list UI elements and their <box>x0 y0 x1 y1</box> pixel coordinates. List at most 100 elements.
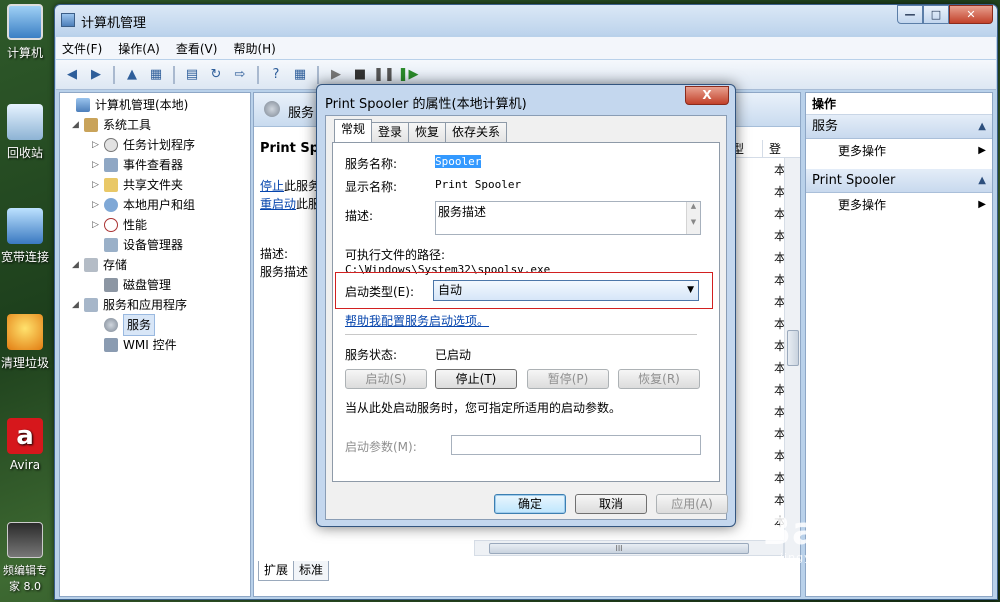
start-parameters-input[interactable] <box>451 435 701 455</box>
tab-logon[interactable]: 登录 <box>371 122 410 142</box>
tree-item-task-scheduler[interactable]: ▷ 任务计划程序 <box>92 135 195 155</box>
stop-service-link[interactable]: 停止 <box>260 179 284 193</box>
restart-service-icon[interactable]: ❚▶ <box>398 65 419 85</box>
tree-item-system-tools[interactable]: ◢ 系统工具 <box>72 115 151 135</box>
tree-item-wmi[interactable]: WMI 控件 <box>92 335 177 355</box>
tree-item-root[interactable]: 计算机管理(本地) <box>64 95 188 115</box>
restart-service-link[interactable]: 重启动 <box>260 197 296 211</box>
performance-icon <box>104 218 118 232</box>
pause-service-icon[interactable]: ❚❚ <box>373 65 395 85</box>
tab-dependencies[interactable]: 依存关系 <box>445 122 508 142</box>
startup-type-select[interactable]: 自动 ▼ <box>433 280 699 301</box>
description-scrollbar[interactable]: ▲ ▼ <box>686 202 700 234</box>
tree-item-storage[interactable]: ◢ 存储 <box>72 255 127 275</box>
close-button[interactable]: ✕ <box>949 5 993 24</box>
forward-icon[interactable]: ▶ <box>86 65 106 85</box>
desktop-icon-broadband[interactable]: 宽带连接 <box>0 208 50 265</box>
ok-button[interactable]: 确定 <box>494 494 566 514</box>
expanded-arrow-icon[interactable]: ◢ <box>72 295 84 315</box>
menu-view[interactable]: 查看(V) <box>176 40 218 57</box>
dialog-tabs: 常规 登录 恢复 依存关系 <box>334 119 508 142</box>
actions-section-services[interactable]: 服务 ▲ <box>806 115 992 139</box>
menu-help[interactable]: 帮助(H) <box>233 40 275 57</box>
baidu-watermark: Bai 经验 jingyan.baidu.com <box>762 509 925 564</box>
expanded-arrow-icon[interactable]: ◢ <box>72 115 84 135</box>
collapse-icon[interactable]: ▲ <box>978 169 986 193</box>
desktop-icon-recycle-bin[interactable]: 回收站 <box>0 104 50 161</box>
scroll-thumb[interactable]: III <box>489 543 749 554</box>
column-header[interactable]: 型 登 <box>732 138 800 158</box>
start-service-icon[interactable]: ▶ <box>326 65 346 85</box>
window-title: 计算机管理 <box>81 16 147 31</box>
description-textbox[interactable]: 服务描述 ▲ ▼ <box>435 201 701 235</box>
apply-button[interactable]: 应用(A) <box>656 494 728 514</box>
startup-type-label: 启动类型(E): <box>345 285 414 299</box>
show-hide-tree-icon[interactable]: ▦ <box>146 65 166 85</box>
up-folder-icon[interactable]: ▲ <box>122 65 142 85</box>
gear-icon <box>264 101 280 117</box>
tab-general[interactable]: 常规 <box>334 119 373 142</box>
stop-button[interactable]: 停止(T) <box>435 369 517 389</box>
help-configure-link[interactable]: 帮助我配置服务启动选项。 <box>345 312 489 329</box>
menu-bar: 文件(F) 操作(A) 查看(V) 帮助(H) <box>56 37 996 59</box>
more-actions-print-spooler[interactable]: 更多操作 ▶ <box>806 193 992 217</box>
horizontal-scrollbar[interactable]: III <box>474 540 784 556</box>
tree-item-performance[interactable]: ▷ 性能 <box>92 215 147 235</box>
desktop-icon-avira[interactable]: a Avira <box>0 418 50 472</box>
storage-icon <box>84 258 98 272</box>
tree-item-device-manager[interactable]: 设备管理器 <box>92 235 183 255</box>
collapsed-arrow-icon[interactable]: ▷ <box>92 215 104 235</box>
export-list-icon[interactable]: ⇨ <box>230 65 250 85</box>
stop-service-line: 停止此服务 <box>260 179 321 193</box>
display-name-value[interactable]: Print Spooler <box>435 178 521 191</box>
help-icon[interactable]: ? <box>266 65 286 85</box>
menu-action[interactable]: 操作(A) <box>118 40 160 57</box>
wmi-icon <box>104 338 118 352</box>
resume-button[interactable]: 恢复(R) <box>618 369 700 389</box>
tree-item-services[interactable]: 服务 <box>92 314 156 336</box>
refresh-icon[interactable]: ↻ <box>206 65 226 85</box>
tree-item-disk-management[interactable]: 磁盘管理 <box>92 275 171 295</box>
shared-folder-icon <box>104 178 118 192</box>
collapse-icon[interactable]: ▲ <box>978 115 986 139</box>
dialog-close-button[interactable]: X <box>685 86 729 105</box>
scroll-thumb[interactable] <box>787 330 799 366</box>
service-name-value[interactable]: Spooler <box>435 155 482 168</box>
tab-standard[interactable]: 标准 <box>293 561 330 581</box>
computer-management-icon <box>61 13 75 27</box>
collapsed-arrow-icon[interactable]: ▷ <box>92 135 104 155</box>
collapsed-arrow-icon[interactable]: ▷ <box>92 155 104 175</box>
collapsed-arrow-icon[interactable]: ▷ <box>92 175 104 195</box>
toolbar-separator <box>257 65 259 84</box>
desktop-icon-computer[interactable]: 计算机 <box>0 4 50 61</box>
stop-service-icon[interactable]: ■ <box>350 65 370 85</box>
minimize-button[interactable]: — <box>897 5 923 24</box>
tab-extended[interactable]: 扩展 <box>258 561 295 581</box>
cancel-button[interactable]: 取消 <box>575 494 647 514</box>
restart-service-line: 重启动此服 <box>260 197 321 211</box>
description-label: 描述: <box>260 247 289 261</box>
toolbar-separator <box>113 65 115 84</box>
tree-item-event-viewer[interactable]: ▷ 事件查看器 <box>92 155 183 175</box>
start-button[interactable]: 启动(S) <box>345 369 427 389</box>
tree-item-shared-folders[interactable]: ▷ 共享文件夹 <box>92 175 183 195</box>
expanded-arrow-icon[interactable]: ◢ <box>72 255 84 275</box>
properties-icon[interactable]: ▤ <box>182 65 202 85</box>
show-action-pane-icon[interactable]: ▦ <box>290 65 310 85</box>
pause-button[interactable]: 暂停(P) <box>527 369 609 389</box>
more-actions-services[interactable]: 更多操作 ▶ <box>806 139 992 163</box>
tree-item-local-users[interactable]: ▷ 本地用户和组 <box>92 195 195 215</box>
description-value: 服务描述 <box>260 265 309 279</box>
collapsed-arrow-icon[interactable]: ▷ <box>92 195 104 215</box>
actions-section-print-spooler[interactable]: Print Spooler ▲ <box>806 169 992 193</box>
tab-recovery[interactable]: 恢复 <box>408 122 447 142</box>
back-icon[interactable]: ◀ <box>62 65 82 85</box>
maximize-button[interactable]: □ <box>923 5 949 24</box>
menu-file[interactable]: 文件(F) <box>62 40 102 57</box>
desktop-icon-cleaner[interactable]: 清理垃圾 <box>0 314 50 371</box>
desktop-icon-video-editor[interactable]: 频编辑专家 8.0 <box>0 522 50 594</box>
start-parameters-hint: 当从此处启动服务时，您可指定所适用的启动参数。 <box>345 401 622 415</box>
vertical-scrollbar[interactable] <box>784 158 800 558</box>
tree-item-services-apps[interactable]: ◢ 服务和应用程序 <box>72 295 187 315</box>
title-bar[interactable]: 计算机管理 — □ ✕ <box>55 5 997 35</box>
